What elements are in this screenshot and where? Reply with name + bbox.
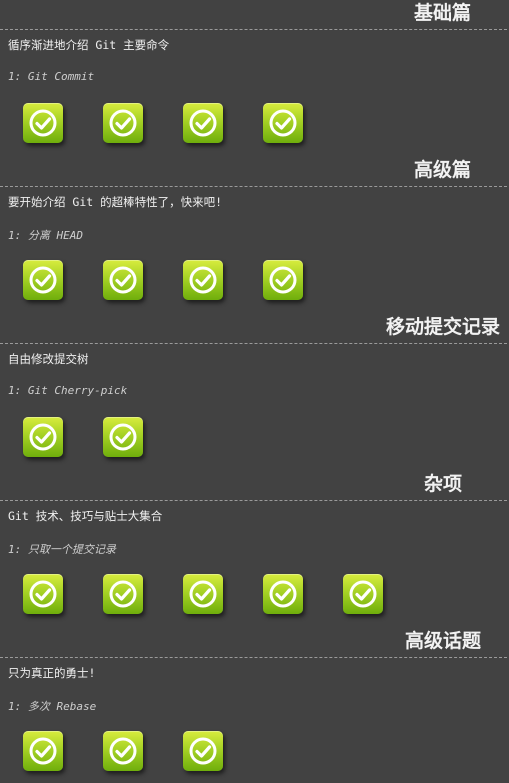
level-complete-badge[interactable] [183,260,223,300]
level-complete-badge[interactable] [103,260,143,300]
section-description: 自由修改提交树 [8,352,89,366]
sequence-title: Git Cherry-pick [27,384,128,397]
level-complete-badge[interactable] [263,574,303,614]
level-complete-badge[interactable] [103,417,143,457]
level-complete-badge[interactable] [23,731,63,771]
level-complete-badge[interactable] [183,731,223,771]
sequence-label: 1: Git Cherry-pick [8,384,127,397]
level-complete-badge[interactable] [103,103,143,143]
section-description: 只为真正的勇士! [8,666,96,680]
sequence-title: Git Commit [27,70,95,83]
check-circle-icon [109,423,137,451]
sequence-label: 1: 只取一个提交记录 [8,541,116,557]
level-complete-badge[interactable] [183,103,223,143]
check-circle-icon [269,109,297,137]
sequence-number: 1: [8,700,22,713]
section-title: 杂项 [423,473,462,495]
sequence-number: 1: [8,229,22,242]
section-description: 循序渐进地介绍 Git 主要命令 [8,38,170,52]
check-circle-icon [269,580,297,608]
section-moving-commits: 移动提交记录 自由修改提交树 1: Git Cherry-pick [0,314,509,471]
level-complete-badge[interactable] [263,103,303,143]
sequence-title: 分离 HEAD [27,229,83,242]
check-circle-icon [349,580,377,608]
section-title: 高级话题 [404,630,481,652]
level-complete-badge[interactable] [23,574,63,614]
level-complete-badge[interactable] [263,260,303,300]
sequence-number: 1: [8,384,22,397]
section-description: 要开始介绍 Git 的超棒特性了，快来吧! [8,195,223,209]
check-circle-icon [29,266,57,294]
section-advanced: 高级篇 要开始介绍 Git 的超棒特性了，快来吧! 1: 分离 HEAD [0,157,509,314]
check-circle-icon [189,737,217,765]
check-circle-icon [109,580,137,608]
section-divider [0,186,507,187]
check-circle-icon [109,266,137,294]
section-title: 移动提交记录 [385,316,500,338]
section-divider [0,343,507,344]
level-complete-badge[interactable] [23,260,63,300]
check-circle-icon [269,266,297,294]
check-circle-icon [189,109,217,137]
section-divider [0,657,507,658]
section-divider [0,29,507,30]
check-circle-icon [29,109,57,137]
sequence-number: 1: [8,543,22,556]
sequence-label: 1: Git Commit [8,70,94,83]
check-circle-icon [29,423,57,451]
level-complete-badge[interactable] [343,574,383,614]
section-title: 基础篇 [413,2,471,24]
section-misc: 杂项 Git 技术、技巧与贴士大集合 1: 只取一个提交记录 [0,471,509,628]
section-title: 高级篇 [413,159,471,181]
sequence-title: 只取一个提交记录 [27,543,116,556]
section-advanced-topics: 高级话题 只为真正的勇士! 1: 多次 Rebase [0,628,509,783]
check-circle-icon [189,266,217,294]
level-complete-badge[interactable] [103,574,143,614]
check-circle-icon [109,109,137,137]
sequence-title: 多次 Rebase [27,700,97,713]
section-divider [0,500,507,501]
level-complete-badge[interactable] [23,417,63,457]
level-complete-badge[interactable] [183,574,223,614]
section-basics: 基础篇 循序渐进地介绍 Git 主要命令 1: Git Commit [0,0,509,157]
check-circle-icon [29,580,57,608]
sequence-label: 1: 多次 Rebase [8,698,96,714]
section-description: Git 技术、技巧与贴士大集合 [8,509,163,523]
check-circle-icon [29,737,57,765]
sequence-number: 1: [8,70,22,83]
level-complete-badge[interactable] [103,731,143,771]
check-circle-icon [109,737,137,765]
check-circle-icon [189,580,217,608]
sequence-label: 1: 分离 HEAD [8,227,83,243]
level-complete-badge[interactable] [23,103,63,143]
